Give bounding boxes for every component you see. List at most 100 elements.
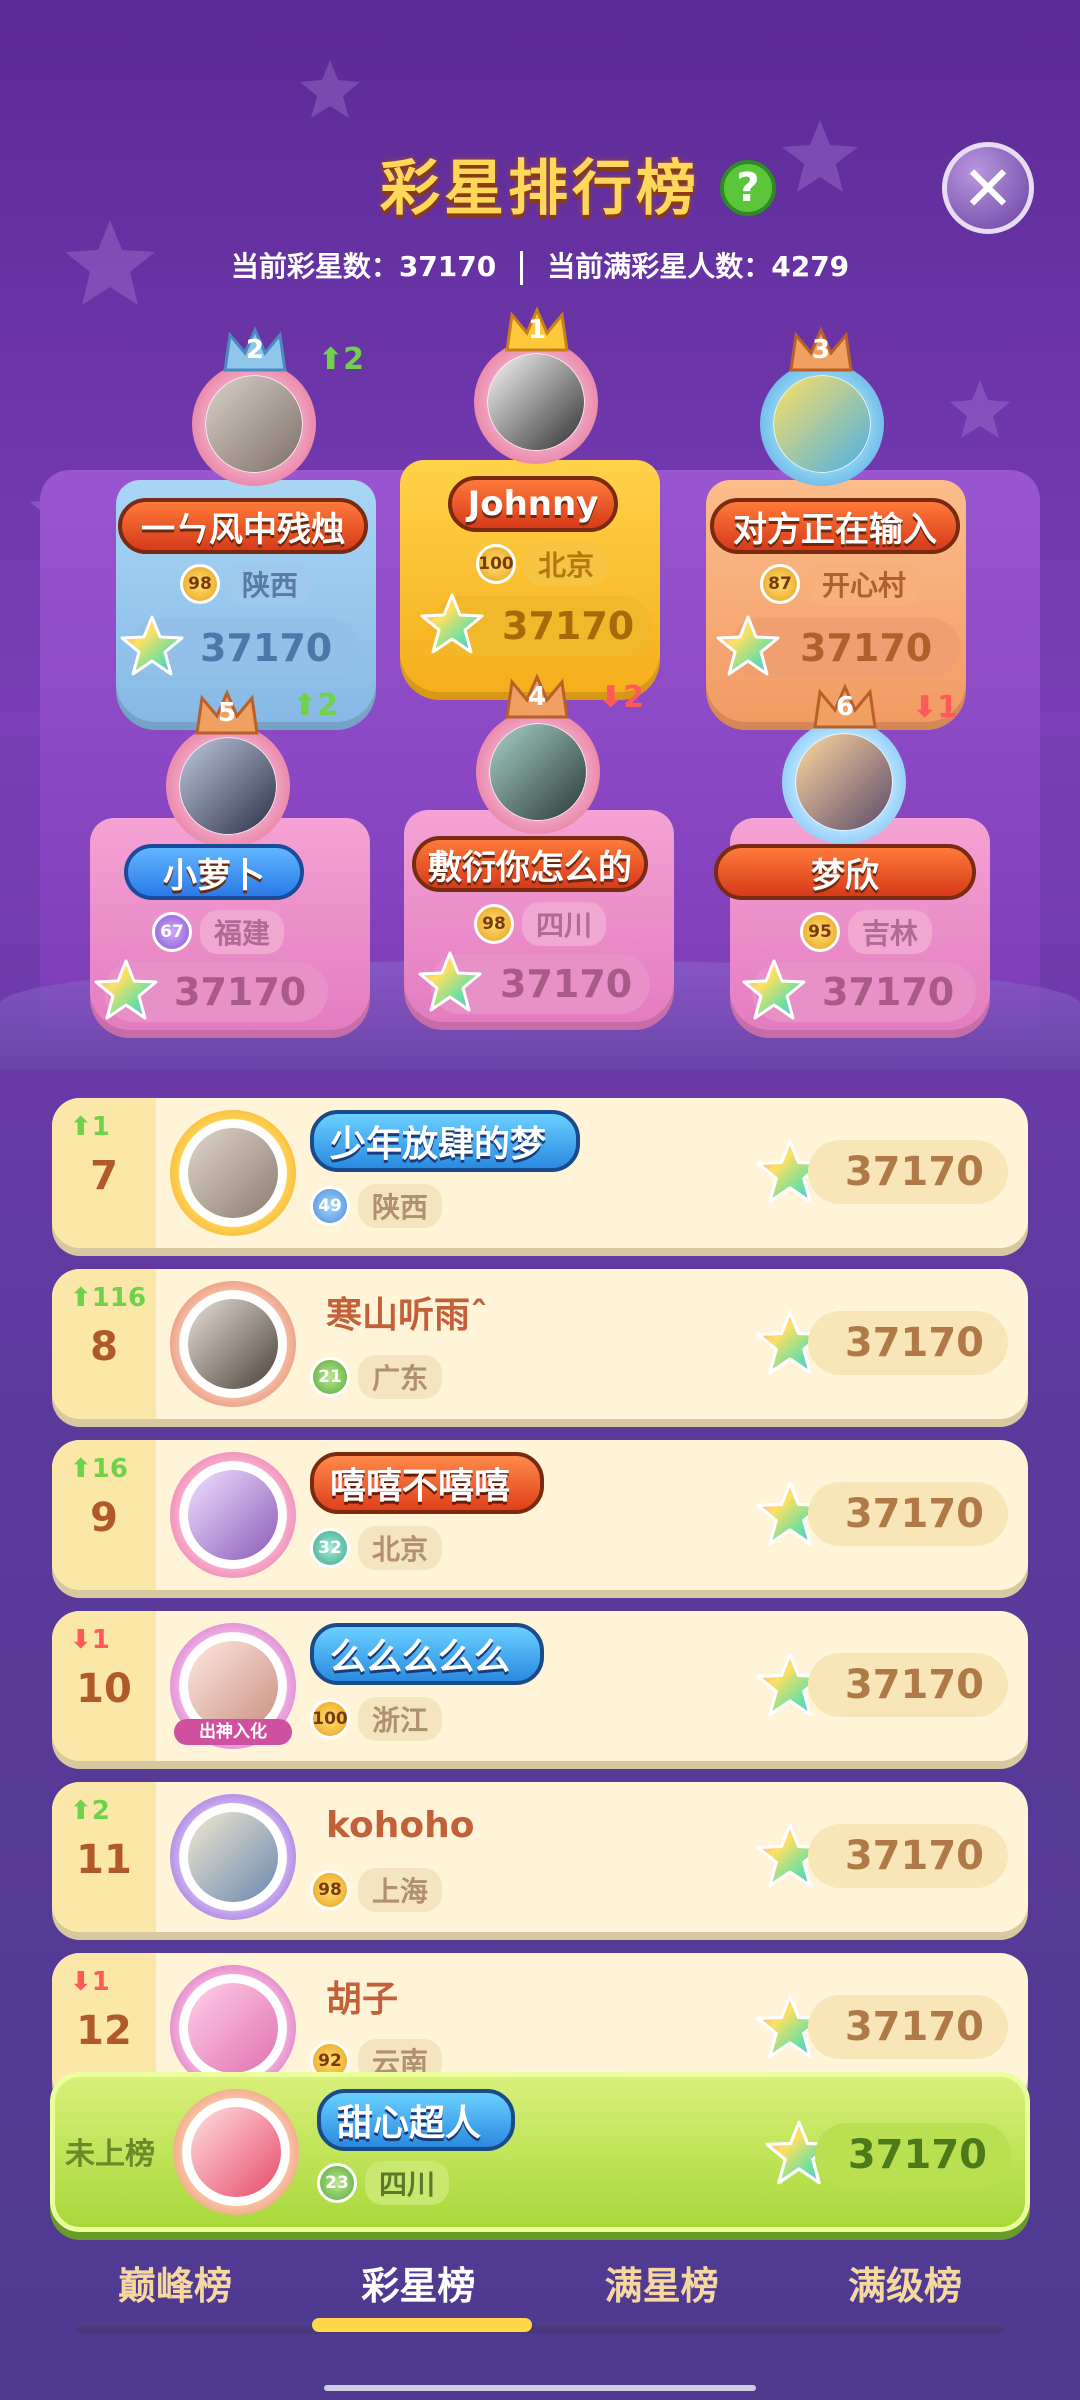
divider: [520, 251, 524, 285]
rank-number: 2: [245, 335, 265, 365]
score-value: 37170: [174, 970, 307, 1014]
avatar-image: [488, 354, 584, 450]
crown-rank: 5: [192, 688, 262, 738]
stats-line: 当前彩星数：37170 当前满彩星人数：4279: [0, 245, 1080, 285]
rank-number: 7: [90, 1153, 118, 1199]
score-value: 37170: [815, 2123, 1011, 2187]
avatar-image: [188, 1812, 278, 1902]
list-item[interactable]: ⬆116 8 寒山听雨ˆ 21 广东 37170: [52, 1269, 1028, 1419]
rank-change: ⬆2: [318, 342, 365, 377]
self-rank-text: 未上榜: [65, 2137, 155, 2172]
rank-number: 11: [76, 1837, 132, 1883]
close-button[interactable]: ✕: [942, 142, 1034, 234]
level-badge: 100: [476, 544, 516, 584]
star-icon: [716, 615, 780, 676]
home-indicator[interactable]: [324, 2385, 756, 2391]
rank-change: ⬆16: [70, 1454, 128, 1484]
rank-change: ⬆1: [70, 1112, 110, 1142]
location: 100 浙江: [310, 1697, 443, 1741]
rank-change-value: 1: [91, 1112, 110, 1142]
score-value: 37170: [808, 1995, 1008, 2059]
tab-track: [76, 2326, 1004, 2334]
avatar[interactable]: [476, 710, 600, 834]
player-name: 胡子: [326, 1979, 399, 2020]
player-name: Johnny: [448, 476, 618, 532]
rank-change-value: 2: [91, 1796, 110, 1826]
player-name: 小萝卜: [124, 844, 304, 900]
list-item[interactable]: ⬆1 7 少年放肆的梦 49 陕西 37170: [52, 1098, 1028, 1248]
rank-number: 9: [90, 1495, 118, 1541]
rank-change: ⬇1: [70, 1967, 110, 1997]
avatar-image: [188, 1983, 278, 2073]
location-text: 上海: [358, 1868, 443, 1912]
avatar-image: [180, 738, 276, 834]
avatar[interactable]: [173, 2089, 299, 2215]
rank-number: 10: [76, 1666, 132, 1712]
location-text: 北京: [524, 542, 609, 586]
avatar[interactable]: 出神入化: [170, 1623, 296, 1749]
list-item[interactable]: ⬇1 10 出神入化 么么么么么 100 浙江 37170: [52, 1611, 1028, 1761]
list-item[interactable]: ⬆16 9 嘻嘻不嘻嘻 32 北京 37170: [52, 1440, 1028, 1590]
rank-number: 6: [835, 692, 855, 722]
header: 彩星排行榜 ?: [0, 140, 1080, 227]
score-value: 37170: [808, 1482, 1008, 1546]
list-item[interactable]: ⬆2 11 kohoho 98 上海 37170: [52, 1782, 1028, 1932]
avatar[interactable]: [166, 724, 290, 848]
tab-full-star[interactable]: 满星榜: [557, 2255, 767, 2315]
avatar-image: [774, 376, 870, 472]
avatar[interactable]: [170, 1452, 296, 1578]
rank-number: 8: [90, 1324, 118, 1370]
avatar[interactable]: [782, 720, 906, 844]
location-text: 陕西: [358, 1184, 443, 1228]
rank-change-value: 2: [623, 680, 645, 715]
level-badge: 32: [310, 1528, 350, 1568]
score-value: 37170: [502, 604, 635, 648]
location-text: 广东: [358, 1355, 443, 1399]
level-badge: 98: [474, 904, 514, 944]
crown-rank: 1: [502, 305, 572, 355]
avatar[interactable]: [170, 1281, 296, 1407]
rank-change: ⬇2: [598, 680, 645, 715]
player-name: 敷衍你怎么的: [412, 836, 648, 892]
avatar[interactable]: [170, 1794, 296, 1920]
level-badge: 95: [800, 912, 840, 952]
tab-rainbow-star[interactable]: 彩星榜: [313, 2255, 523, 2315]
star-icon: [120, 615, 184, 676]
rank-number: 3: [811, 335, 831, 365]
rank-change: ⬆116: [70, 1283, 147, 1313]
rank-change-value: 116: [91, 1283, 147, 1313]
location-text: 北京: [358, 1526, 443, 1570]
avatar[interactable]: [474, 340, 598, 464]
avatar[interactable]: [170, 1110, 296, 1236]
avatar-image: [796, 734, 892, 830]
location: 95 吉林: [800, 910, 933, 954]
crown-rank: 4: [502, 672, 572, 722]
rank-change: ⬇1: [912, 690, 959, 725]
player-name: 嘻嘻不嘻嘻: [310, 1452, 545, 1514]
self-rank-row[interactable]: 未上榜 甜心超人 23 四川 37170: [50, 2072, 1030, 2232]
score-value: 37170: [822, 970, 955, 1014]
score-value: 37170: [808, 1653, 1008, 1717]
location: 32 北京: [310, 1526, 443, 1570]
location: 98 陕西: [180, 562, 313, 606]
avatar[interactable]: [760, 362, 884, 486]
tab-full-level[interactable]: 满级榜: [800, 2255, 1010, 2315]
player-name: kohoho: [326, 1804, 475, 1846]
tab-peak[interactable]: 巅峰榜: [70, 2255, 280, 2315]
location-text: 吉林: [848, 910, 933, 954]
level-badge: 98: [180, 564, 220, 604]
help-icon[interactable]: ?: [720, 160, 776, 216]
star-icon: [94, 959, 158, 1020]
score-value: 37170: [808, 1824, 1008, 1888]
location: 100 北京: [476, 542, 609, 586]
avatar[interactable]: [192, 362, 316, 486]
rank-change: ⬇1: [70, 1625, 110, 1655]
avatar-image: [188, 1299, 278, 1389]
rank-change-value: 2: [317, 688, 339, 723]
rank-number: 4: [527, 682, 547, 712]
location: 21 广东: [310, 1355, 443, 1399]
player-name: 甜心超人: [317, 2089, 516, 2151]
avatar-image: [188, 1641, 278, 1731]
player-name: 么么么么么: [310, 1623, 545, 1685]
crown-rank: 6: [810, 682, 880, 732]
